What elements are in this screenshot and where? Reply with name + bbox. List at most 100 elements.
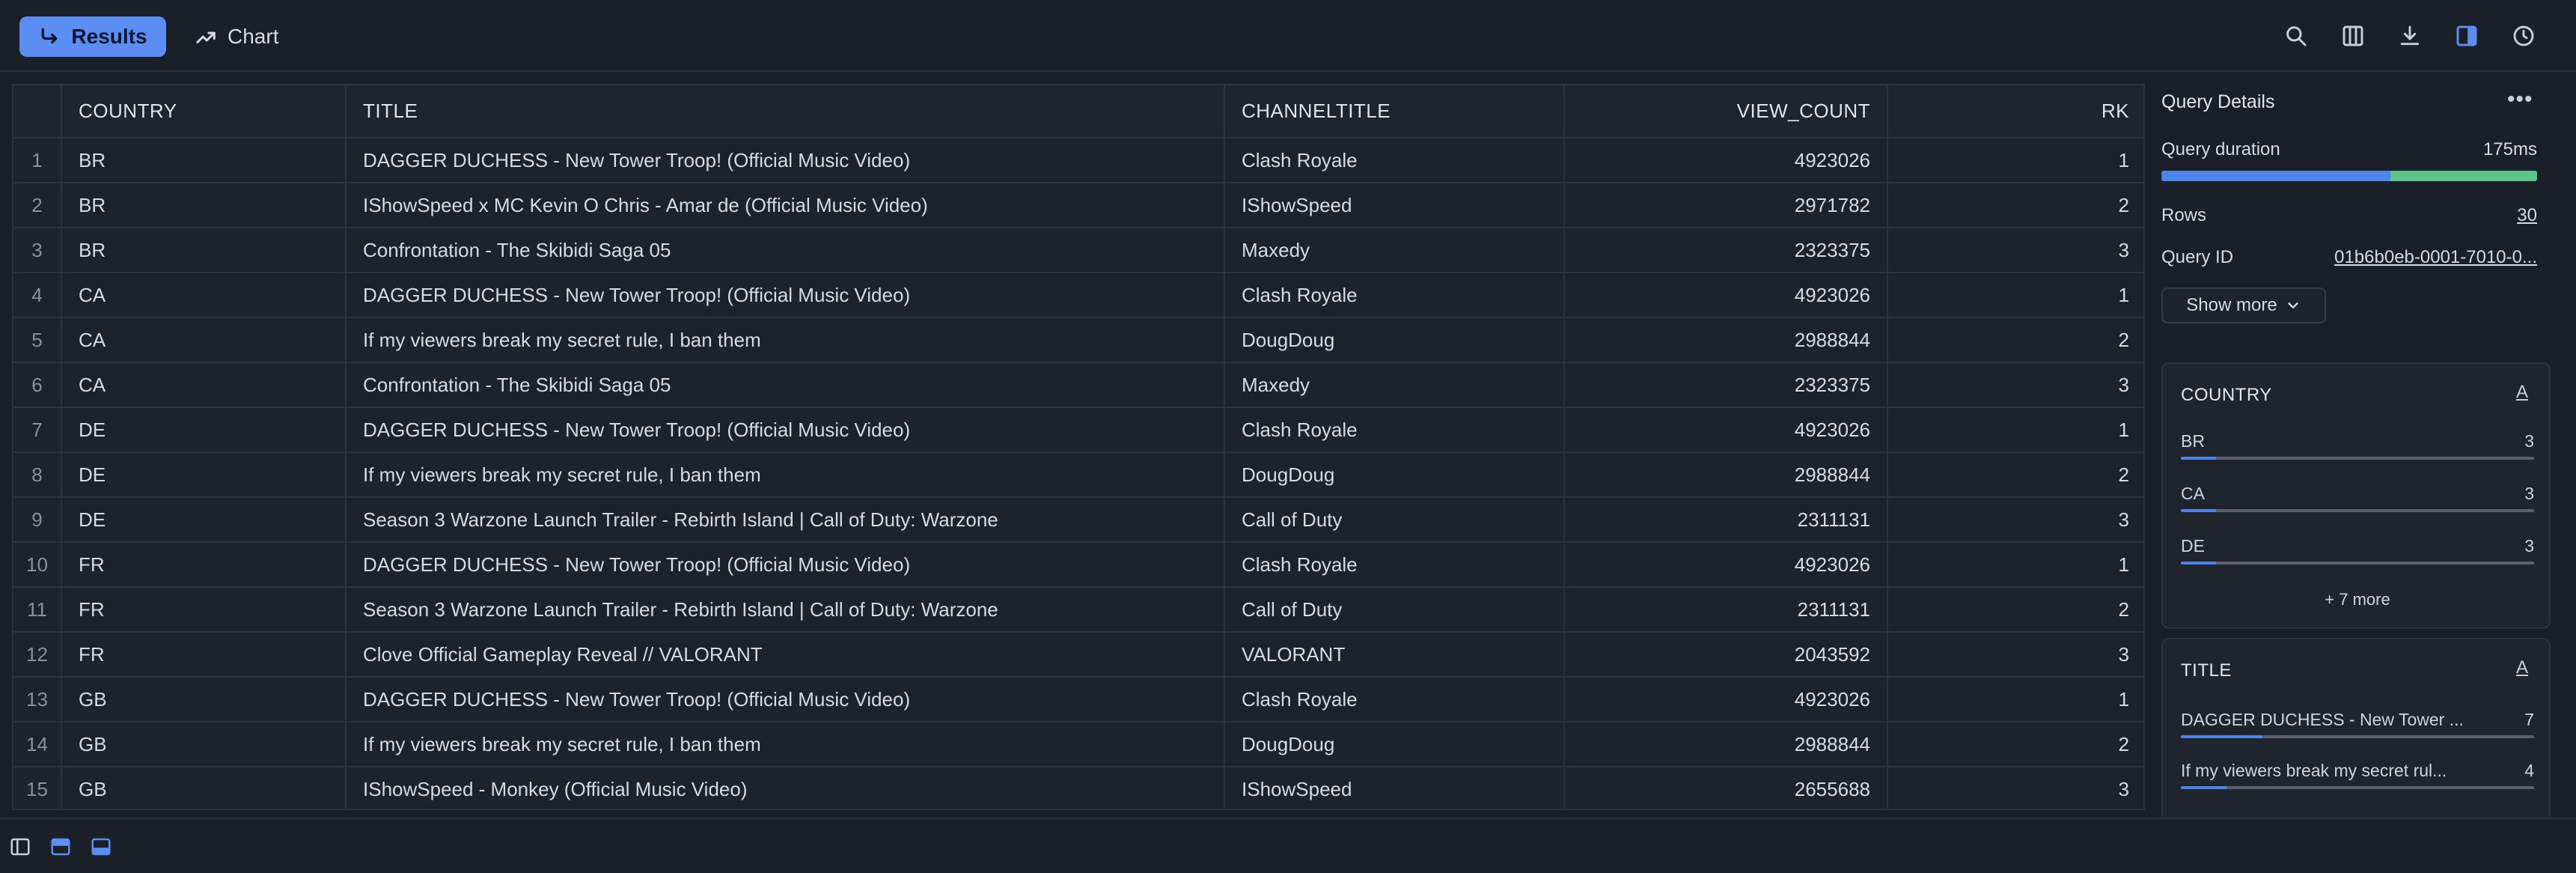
cell-title[interactable]: DAGGER DUCHESS - New Tower Troop! (Offic… — [346, 138, 1225, 183]
table-row[interactable]: 2 BR IShowSpeed x MC Kevin O Chris - Amar … — [13, 183, 2143, 228]
cell-title[interactable]: DAGGER DUCHESS - New Tower Troop! (Offic… — [346, 273, 1225, 318]
tab-results[interactable]: Results — [19, 16, 166, 57]
cell-title[interactable]: Confrontation - The Skibidi Saga 05 — [346, 362, 1225, 408]
cell-rk[interactable]: 2 — [1887, 587, 2143, 633]
table-row[interactable]: 11 FR Season 3 Warzone Launch Trailer - Re… — [13, 587, 2143, 633]
sidebar-left-icon[interactable] — [9, 836, 31, 858]
stat-row[interactable]: If my viewers break my secret rul... 4 — [2181, 761, 2534, 801]
cell-view-count[interactable]: 2988844 — [1564, 722, 1888, 767]
cell-country[interactable]: CA — [61, 362, 347, 408]
tab-chart[interactable]: Chart — [187, 16, 299, 57]
cell-title[interactable]: IShowSpeed - Monkey (Official Music Vide… — [346, 767, 1225, 809]
search-button[interactable] — [2281, 21, 2311, 51]
panel-toggle-button[interactable] — [2452, 21, 2482, 51]
cell-country[interactable]: GB — [61, 767, 347, 809]
cell-view-count[interactable]: 2971782 — [1564, 183, 1888, 228]
table-row[interactable]: 8 DE If my viewers break my secret rule, I… — [13, 452, 2143, 498]
cell-rk[interactable]: 2 — [1887, 452, 2143, 498]
table-row[interactable]: 3 BR Confrontation - The Skibidi Saga 05 Ma… — [13, 228, 2143, 273]
cell-channeltitle[interactable]: DougDoug — [1224, 317, 1565, 363]
table-row[interactable]: 15 GB IShowSpeed - Monkey (Official Music … — [13, 767, 2143, 809]
cell-channeltitle[interactable]: Clash Royale — [1224, 273, 1565, 318]
cell-view-count[interactable]: 4923026 — [1564, 542, 1888, 588]
panel-top-icon[interactable] — [49, 836, 72, 858]
panel-bottom-icon[interactable] — [90, 836, 112, 858]
cell-country[interactable]: BR — [61, 183, 347, 228]
header-title[interactable]: TITLE — [346, 85, 1225, 139]
query-id-link[interactable]: 01b6b0eb-0001-7010-0... — [2334, 247, 2537, 268]
cell-rk[interactable]: 3 — [1887, 228, 2143, 273]
cell-rk[interactable]: 1 — [1887, 407, 2143, 453]
cell-title[interactable]: Season 3 Warzone Launch Trailer - Rebirt… — [346, 587, 1225, 633]
cell-title[interactable]: Clove Official Gameplay Reveal // VALORA… — [346, 632, 1225, 678]
more-values-link[interactable]: + 7 more — [2163, 590, 2552, 609]
cell-view-count[interactable]: 4923026 — [1564, 677, 1888, 723]
cell-channeltitle[interactable]: Clash Royale — [1224, 677, 1565, 723]
table-row[interactable]: 14 GB If my viewers break my secret rule, … — [13, 722, 2143, 767]
sort-alpha-icon[interactable]: A — [2516, 657, 2528, 678]
cell-channeltitle[interactable]: Maxedy — [1224, 228, 1565, 273]
cell-rk[interactable]: 3 — [1887, 632, 2143, 678]
cell-rk[interactable]: 3 — [1887, 362, 2143, 408]
cell-title[interactable]: If my viewers break my secret rule, I ba… — [346, 317, 1225, 363]
cell-view-count[interactable]: 2988844 — [1564, 452, 1888, 498]
cell-channeltitle[interactable]: VALORANT — [1224, 632, 1565, 678]
cell-country[interactable]: FR — [61, 542, 347, 588]
cell-channeltitle[interactable]: Call of Duty — [1224, 587, 1565, 633]
cell-country[interactable]: GB — [61, 722, 347, 767]
cell-title[interactable]: Season 3 Warzone Launch Trailer - Rebirt… — [346, 497, 1225, 543]
cell-country[interactable]: BR — [61, 138, 347, 183]
table-row[interactable]: 6 CA Confrontation - The Skibidi Saga 05 Ma… — [13, 362, 2143, 408]
more-options-icon[interactable]: ••• — [2507, 87, 2533, 112]
cell-title[interactable]: DAGGER DUCHESS - New Tower Troop! (Offic… — [346, 677, 1225, 723]
table-row[interactable]: 7 DE DAGGER DUCHESS - New Tower Troop! (Of… — [13, 407, 2143, 453]
cell-country[interactable]: BR — [61, 228, 347, 273]
cell-rk[interactable]: 3 — [1887, 767, 2143, 809]
history-button[interactable] — [2509, 21, 2539, 51]
table-row[interactable]: 10 FR DAGGER DUCHESS - New Tower Troop! (O… — [13, 542, 2143, 588]
cell-channeltitle[interactable]: IShowSpeed — [1224, 767, 1565, 809]
cell-channeltitle[interactable]: Call of Duty — [1224, 497, 1565, 543]
stat-row[interactable]: BR 3 — [2181, 431, 2534, 472]
cell-title[interactable]: DAGGER DUCHESS - New Tower Troop! (Offic… — [346, 542, 1225, 588]
cell-rk[interactable]: 3 — [1887, 497, 2143, 543]
cell-view-count[interactable]: 2043592 — [1564, 632, 1888, 678]
table-row[interactable]: 13 GB DAGGER DUCHESS - New Tower Troop! (O… — [13, 677, 2143, 723]
header-channeltitle[interactable]: CHANNELTITLE — [1224, 85, 1565, 139]
cell-view-count[interactable]: 2311131 — [1564, 587, 1888, 633]
download-button[interactable] — [2395, 21, 2425, 51]
cell-country[interactable]: CA — [61, 317, 347, 363]
cell-view-count[interactable]: 2655688 — [1564, 767, 1888, 809]
header-country[interactable]: COUNTRY — [61, 85, 347, 139]
columns-button[interactable] — [2338, 21, 2368, 51]
stat-row[interactable]: CA 3 — [2181, 484, 2534, 524]
cell-view-count[interactable]: 2311131 — [1564, 497, 1888, 543]
cell-rk[interactable]: 1 — [1887, 138, 2143, 183]
cell-channeltitle[interactable]: Clash Royale — [1224, 542, 1565, 588]
cell-rk[interactable]: 1 — [1887, 542, 2143, 588]
cell-rk[interactable]: 1 — [1887, 677, 2143, 723]
table-row[interactable]: 4 CA DAGGER DUCHESS - New Tower Troop! (Of… — [13, 273, 2143, 318]
cell-channeltitle[interactable]: Clash Royale — [1224, 407, 1565, 453]
cell-title[interactable]: Confrontation - The Skibidi Saga 05 — [346, 228, 1225, 273]
cell-country[interactable]: DE — [61, 407, 347, 453]
cell-title[interactable]: DAGGER DUCHESS - New Tower Troop! (Offic… — [346, 407, 1225, 453]
cell-rk[interactable]: 2 — [1887, 183, 2143, 228]
table-row[interactable]: 5 CA If my viewers break my secret rule, I… — [13, 317, 2143, 363]
cell-country[interactable]: FR — [61, 587, 347, 633]
cell-country[interactable]: GB — [61, 677, 347, 723]
cell-country[interactable]: DE — [61, 497, 347, 543]
header-view-count[interactable]: VIEW_COUNT — [1564, 85, 1888, 139]
cell-country[interactable]: FR — [61, 632, 347, 678]
cell-view-count[interactable]: 4923026 — [1564, 138, 1888, 183]
stat-row[interactable]: DAGGER DUCHESS - New Tower ... 7 — [2181, 710, 2534, 750]
cell-country[interactable]: CA — [61, 273, 347, 318]
cell-channeltitle[interactable]: IShowSpeed — [1224, 183, 1565, 228]
cell-view-count[interactable]: 4923026 — [1564, 407, 1888, 453]
cell-channeltitle[interactable]: DougDoug — [1224, 722, 1565, 767]
cell-channeltitle[interactable]: Maxedy — [1224, 362, 1565, 408]
cell-country[interactable]: DE — [61, 452, 347, 498]
stat-row[interactable]: DE 3 — [2181, 536, 2534, 577]
table-row[interactable]: 1 BR DAGGER DUCHESS - New Tower Troop! (Of… — [13, 138, 2143, 183]
show-more-button[interactable]: Show more — [2161, 288, 2326, 323]
